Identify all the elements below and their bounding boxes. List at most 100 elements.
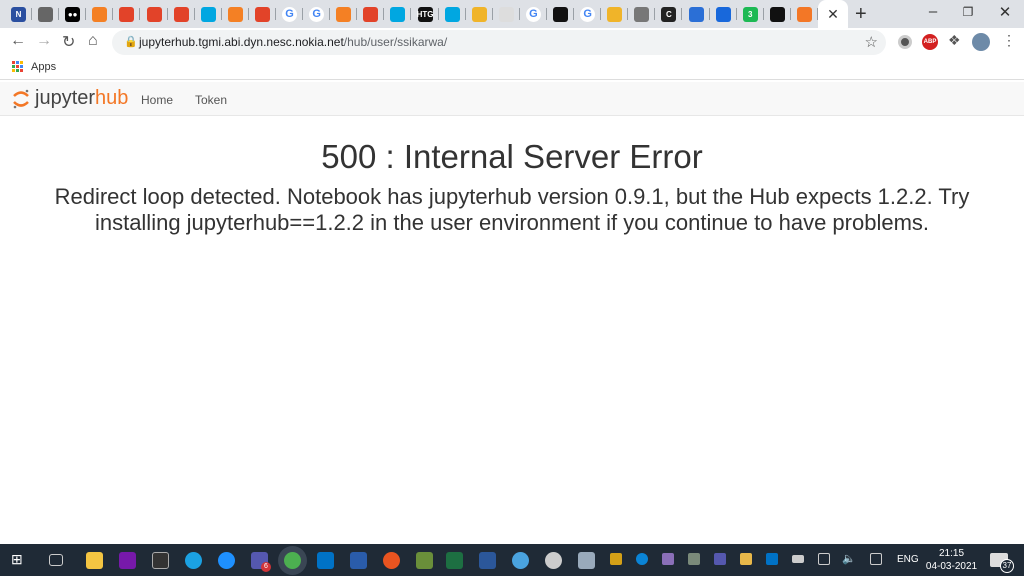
network-icon[interactable]	[818, 553, 830, 565]
tab[interactable]	[439, 0, 466, 28]
volume-icon[interactable]: 🔈	[842, 552, 856, 565]
windows-taskbar: ⊞ 6 🔈 ENG 21:15 04-03-2021 37	[0, 544, 1024, 576]
snipping-tool-icon[interactable]	[545, 552, 562, 569]
windows-start-icon[interactable]: ⊞	[11, 551, 28, 568]
extension-icon[interactable]	[898, 35, 912, 49]
home-icon[interactable]: ⌂	[88, 32, 98, 50]
nav-token[interactable]: Token	[195, 93, 227, 107]
outlook-icon[interactable]	[317, 552, 334, 569]
logo-hub-text: hub	[95, 87, 129, 109]
tab[interactable]	[222, 0, 249, 28]
jupyterhub-logo[interactable]: jupyter hub	[12, 87, 128, 110]
clock[interactable]: 21:15 04-03-2021	[924, 547, 979, 573]
minimize-button[interactable]: –	[918, 3, 948, 20]
tab[interactable]	[141, 0, 168, 28]
remote-desktop-icon[interactable]	[350, 552, 367, 569]
language-indicator[interactable]: ENG	[897, 554, 919, 565]
vpn-icon[interactable]	[688, 553, 700, 565]
touch-keyboard-icon[interactable]	[870, 553, 882, 565]
adblock-icon[interactable]: ABP	[922, 34, 938, 50]
tab[interactable]	[493, 0, 520, 28]
tab[interactable]: G	[276, 0, 303, 28]
error-title: 500 : Internal Server Error	[321, 138, 703, 175]
onedrive-icon[interactable]	[636, 553, 648, 565]
close-window-button[interactable]: ✕	[990, 3, 1020, 21]
notepad-icon[interactable]	[578, 552, 595, 569]
edge-icon[interactable]	[185, 552, 202, 569]
tab[interactable]: ●●	[59, 0, 87, 28]
avatar[interactable]	[972, 33, 990, 51]
network-app-icon[interactable]	[512, 552, 529, 569]
internet-explorer-icon[interactable]	[218, 552, 235, 569]
back-icon[interactable]: ←	[10, 32, 26, 50]
onenote-icon[interactable]	[119, 552, 136, 569]
tab[interactable]: HTG	[412, 0, 439, 28]
menu-icon[interactable]: ⋮	[1002, 32, 1016, 49]
google-icon: G	[309, 6, 325, 22]
notification-count: 37	[1000, 559, 1014, 573]
jupyter-logo-icon	[13, 89, 29, 108]
apps-bookmark[interactable]: Apps	[31, 61, 56, 73]
chrome-icon[interactable]	[284, 552, 301, 569]
extensions-puzzle-icon[interactable]: ❖	[948, 32, 961, 49]
tab[interactable]	[113, 0, 141, 28]
tab[interactable]	[466, 0, 493, 28]
error-message: Redirect loop detected. Notebook has jup…	[54, 184, 970, 235]
ubuntu-icon[interactable]	[383, 552, 400, 569]
terminal-icon[interactable]	[152, 552, 169, 569]
tab[interactable]: G	[520, 0, 547, 28]
active-tab[interactable]: ✕	[818, 0, 848, 28]
battery-icon[interactable]	[792, 555, 804, 563]
bookmark-star-icon[interactable]: ☆	[865, 33, 878, 51]
restore-button[interactable]: ❐	[953, 5, 983, 19]
word-icon[interactable]	[479, 552, 496, 569]
kibana-icon	[607, 6, 623, 22]
tab[interactable]	[601, 0, 629, 28]
apps-grid-icon[interactable]	[12, 61, 23, 72]
mail-icon[interactable]	[740, 553, 752, 565]
teams-badge: 6	[261, 562, 271, 572]
tab[interactable]	[249, 0, 276, 28]
outlook-tray-icon[interactable]	[766, 553, 778, 565]
tab[interactable]	[384, 0, 412, 28]
teams-tray-icon[interactable]	[714, 553, 726, 565]
tab[interactable]	[195, 0, 222, 28]
task-view-icon[interactable]	[49, 554, 63, 566]
tab[interactable]	[86, 0, 114, 28]
new-tab-button[interactable]: +	[855, 3, 867, 26]
tab[interactable]	[32, 0, 60, 28]
tab[interactable]	[683, 0, 710, 28]
tab[interactable]	[168, 0, 195, 28]
tab[interactable]	[764, 0, 791, 28]
stackoverflow-icon	[92, 6, 108, 22]
forward-icon[interactable]: →	[36, 32, 52, 50]
teams-icon[interactable]: 6	[251, 552, 271, 572]
gitlab-icon	[173, 6, 189, 22]
file-explorer-icon[interactable]	[86, 552, 103, 569]
tab[interactable]: C	[655, 0, 683, 28]
close-tab-icon[interactable]: ✕	[827, 6, 839, 23]
gitlab-icon	[363, 6, 379, 22]
tab[interactable]: G	[303, 0, 331, 28]
tab[interactable]	[710, 0, 737, 28]
paint-icon[interactable]	[416, 552, 433, 569]
tab[interactable]: G	[574, 0, 602, 28]
tab[interactable]	[330, 0, 358, 28]
nav-home[interactable]: Home	[141, 93, 173, 107]
tab[interactable]	[547, 0, 574, 28]
security-tray-icon[interactable]	[610, 553, 622, 565]
address-bar[interactable]: 🔒 jupyterhub.tgmi.abi.dyn.nesc.nokia.net…	[112, 30, 886, 55]
tray-app-icon[interactable]	[662, 553, 674, 565]
htg-icon: HTG	[417, 6, 433, 22]
bookmarks-bar: Apps	[0, 56, 1024, 80]
tab[interactable]: 3	[737, 0, 764, 28]
excel-icon[interactable]	[446, 552, 463, 569]
tab[interactable]	[791, 0, 818, 28]
notification-center-icon[interactable]: 37	[990, 553, 1014, 573]
url-text[interactable]: jupyterhub.tgmi.abi.dyn.nesc.nokia.net/h…	[139, 35, 447, 49]
tab[interactable]	[357, 0, 385, 28]
tab[interactable]: N	[5, 0, 32, 28]
airflow-icon	[200, 6, 216, 22]
tab[interactable]	[628, 0, 656, 28]
reload-icon[interactable]: ↻	[62, 32, 75, 52]
